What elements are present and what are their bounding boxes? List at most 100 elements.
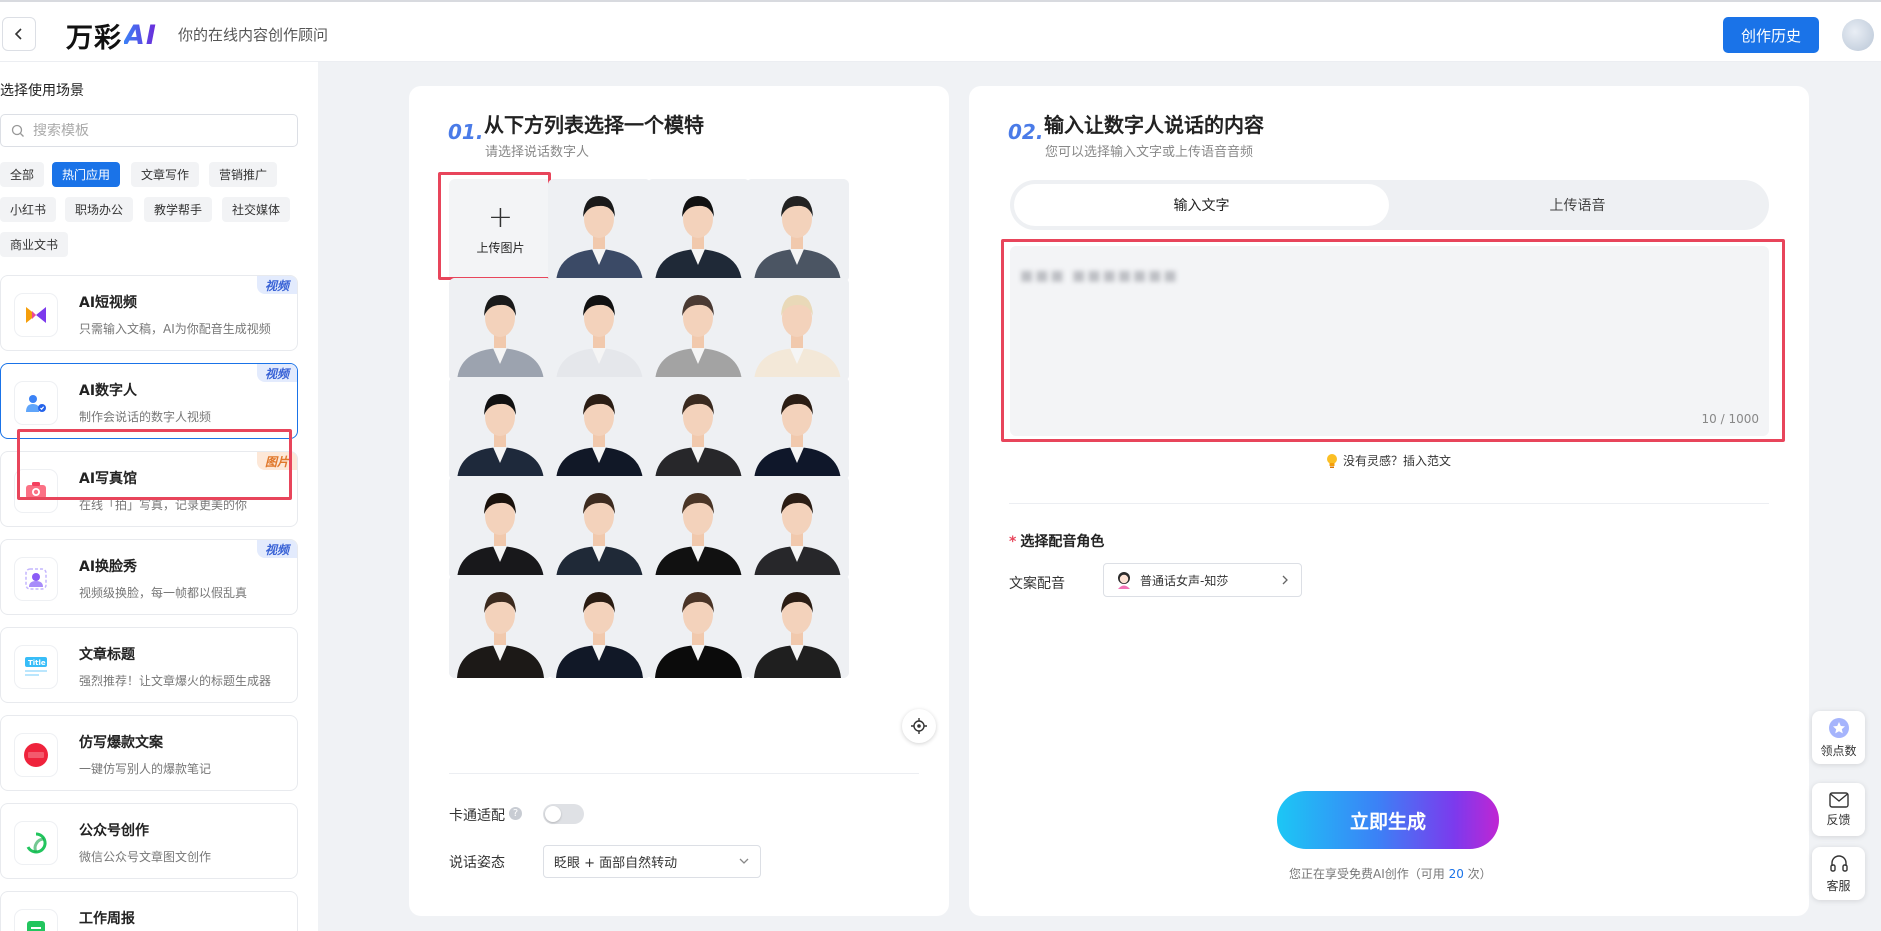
tag-marketing[interactable]: 营销推广	[209, 162, 278, 187]
pose-select[interactable]: 眨眼 + 面部自然转动	[543, 845, 761, 878]
scene-card-ai-short-video[interactable]: AI短视频 只需输入文稿，AI为你配音生成视频 视频	[0, 275, 298, 351]
voice-section-label: 选择配音角色	[1020, 534, 1105, 550]
back-button[interactable]	[2, 17, 36, 51]
model-tile[interactable]	[647, 575, 750, 678]
model-portrait	[746, 179, 849, 282]
weekly-report-icon	[15, 910, 57, 931]
scene-card-ai-digital-human[interactable]: AI数字人 制作会说话的数字人视频 视频	[0, 363, 298, 439]
app-logo[interactable]: 万彩 AI	[66, 16, 157, 55]
search-input[interactable]	[33, 122, 273, 139]
model-tile[interactable]	[647, 278, 750, 381]
model-tile[interactable]	[449, 575, 552, 678]
tag-social-media[interactable]: 社交媒体	[222, 197, 291, 222]
logo-ai: AI	[124, 20, 157, 51]
card-desc: 只需输入文稿，AI为你配音生成视频	[79, 322, 271, 336]
xiaohongshu-icon	[15, 734, 57, 776]
model-tile[interactable]	[746, 575, 849, 678]
model-portrait	[647, 575, 750, 678]
model-tile[interactable]	[449, 476, 552, 579]
model-tile[interactable]	[746, 476, 849, 579]
model-portrait	[449, 278, 552, 381]
scene-card-weekly-report[interactable]: 工作周报	[0, 891, 298, 931]
model-portrait	[746, 377, 849, 480]
customer-service-button[interactable]: 客服	[1812, 847, 1865, 900]
search-icon	[11, 124, 24, 137]
generate-button[interactable]: 立即生成	[1277, 791, 1499, 849]
inspire-text: 没有灵感？插入范文	[1343, 454, 1452, 468]
tab-upload-audio[interactable]: 上传语音	[1390, 184, 1765, 226]
tag-office[interactable]: 职场办公	[65, 197, 134, 222]
tab-input-text[interactable]: 输入文字	[1014, 184, 1389, 226]
voice-value: 普通话女声-知莎	[1140, 573, 1229, 588]
svg-text:Title: Title	[28, 659, 46, 667]
card-title: 工作周报	[79, 911, 135, 927]
model-portrait	[647, 278, 750, 381]
lightbulb-icon	[1327, 453, 1337, 468]
crosshair-icon	[911, 718, 927, 734]
model-portrait	[548, 179, 651, 282]
tag-business-docs[interactable]: 商业文书	[0, 232, 69, 257]
model-tile[interactable]	[449, 278, 552, 381]
model-portrait	[449, 575, 552, 678]
highlight-box-upload	[438, 172, 551, 280]
model-tile[interactable]	[746, 278, 849, 381]
model-tile[interactable]	[548, 179, 651, 282]
logo-text: 万彩	[66, 23, 122, 54]
model-portrait	[449, 476, 552, 579]
template-search[interactable]	[0, 114, 298, 147]
model-tile[interactable]	[647, 476, 750, 579]
scene-card-article-title[interactable]: Title 文章标题 强烈推荐！让文章爆火的标题生成器	[0, 627, 298, 703]
wechat-official-icon	[15, 822, 57, 864]
tag-hot-apps[interactable]: 热门应用	[52, 162, 121, 187]
scene-card-copywriting[interactable]: 仿写爆款文案 一键仿写别人的爆款笔记	[0, 715, 298, 791]
model-portrait	[548, 278, 651, 381]
insert-sample-link[interactable]: 没有灵感？插入范文	[1325, 452, 1451, 469]
tag-teaching[interactable]: 教学帮手	[144, 197, 213, 222]
service-label: 客服	[1826, 878, 1851, 893]
locate-button[interactable]	[902, 709, 936, 743]
card-title: AI换脸秀	[79, 559, 138, 575]
feedback-button[interactable]: 反馈	[1812, 783, 1865, 836]
model-tile[interactable]	[548, 575, 651, 678]
model-tile[interactable]	[548, 377, 651, 480]
model-tile[interactable]	[548, 476, 651, 579]
model-portrait	[647, 179, 750, 282]
top-header: 万彩 AI 你的在线内容创作顾问 创作历史	[0, 0, 1881, 62]
divider	[449, 773, 919, 774]
card-desc: 视频级换脸，每一帧都以假乱真	[79, 586, 248, 600]
step-number: 01.	[448, 120, 484, 144]
card-badge: 视频	[256, 364, 297, 382]
user-avatar[interactable]	[1842, 19, 1874, 51]
free-note-suffix: 次）	[1463, 867, 1492, 881]
voice-label: 文案配音	[1009, 576, 1065, 592]
card-badge: 视频	[256, 540, 297, 558]
creation-history-button[interactable]: 创作历史	[1723, 17, 1819, 53]
model-tile[interactable]	[746, 179, 849, 282]
scene-card-ai-face-swap[interactable]: AI换脸秀 视频级换脸，每一帧都以假乱真 视频	[0, 539, 298, 615]
model-portrait	[746, 278, 849, 381]
voice-select[interactable]: 普通话女声-知莎	[1103, 563, 1302, 597]
get-points-button[interactable]: 领点数	[1812, 711, 1865, 764]
input-mode-tabs: 输入文字 上传语音	[1010, 180, 1769, 230]
model-tile[interactable]	[647, 377, 750, 480]
tag-article-writing[interactable]: 文章写作	[131, 162, 200, 187]
scene-card-official-account[interactable]: 公众号创作 微信公众号文章图文创作	[0, 803, 298, 879]
feedback-label: 反馈	[1826, 812, 1851, 827]
highlight-box-digital-human	[17, 429, 292, 500]
model-tile[interactable]	[647, 179, 750, 282]
highlight-box-textarea	[1001, 239, 1785, 442]
help-icon[interactable]: ?	[509, 807, 522, 820]
card-title: AI数字人	[79, 383, 138, 399]
divider	[1009, 503, 1769, 504]
model-tile[interactable]	[548, 278, 651, 381]
cartoon-toggle[interactable]	[543, 804, 584, 824]
chevron-down-icon	[739, 858, 749, 864]
card-desc: 制作会说话的数字人视频	[79, 410, 212, 424]
tag-all[interactable]: 全部	[0, 162, 45, 187]
tag-xiaohongshu[interactable]: 小红书	[0, 197, 57, 222]
model-tile[interactable]	[449, 377, 552, 480]
step-title: 从下方列表选择一个模特	[484, 113, 704, 137]
model-tile[interactable]	[746, 377, 849, 480]
step-subtitle: 请选择说话数字人	[485, 145, 590, 160]
required-marker: *	[1009, 534, 1017, 550]
